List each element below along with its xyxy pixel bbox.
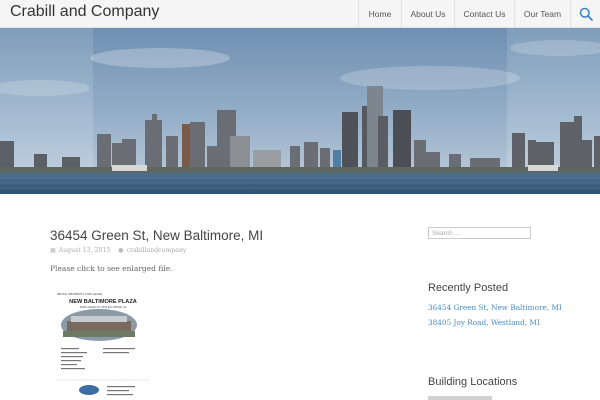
search-button[interactable] xyxy=(570,0,600,28)
nav-item-about-us[interactable]: About Us xyxy=(401,0,454,28)
recent-post-link[interactable]: 38405 Joy Road, Westland, MI xyxy=(428,318,562,327)
flyer-header: RETAIL PROPERTY FOR LEASE xyxy=(57,292,102,296)
post-title[interactable]: 36454 Green St, New Baltimore, MI xyxy=(50,228,263,243)
hero-banner xyxy=(0,28,600,194)
post-meta: ▦ August 13, 2015 ● crabillandcompany xyxy=(50,247,186,254)
flyer-title: NEW BALTIMORE PLAZA xyxy=(69,299,137,305)
site-header: Crabill and Company Home About Us Contac… xyxy=(0,0,600,28)
user-icon: ● xyxy=(118,247,124,254)
sidebar-search-input[interactable] xyxy=(428,227,531,239)
nav-item-contact-us[interactable]: Contact Us xyxy=(454,0,514,28)
building-locations-heading: Building Locations xyxy=(428,376,518,388)
nav-item-home[interactable]: Home xyxy=(358,0,401,28)
post-body-text: Please click to see enlarged file. xyxy=(50,264,173,273)
skyline-image xyxy=(0,28,600,194)
flyer-image: RETAIL PROPERTY FOR LEASE NEW BALTIMORE … xyxy=(55,288,151,400)
flyer-thumbnail[interactable]: RETAIL PROPERTY FOR LEASE NEW BALTIMORE … xyxy=(55,288,151,400)
calendar-icon: ▦ xyxy=(50,247,56,254)
nav-item-our-team[interactable]: Our Team xyxy=(514,0,570,28)
recent-posts-list: 36454 Green St, New Baltimore, MI 38405 … xyxy=(428,303,562,333)
locations-divider xyxy=(428,396,492,400)
recently-posted-heading: Recently Posted xyxy=(428,282,509,294)
flyer-address: 36454 GREEN ST. NEW BALTIMORE, MI xyxy=(80,306,127,309)
post-date[interactable]: August 13, 2015 xyxy=(59,247,111,254)
recent-post-link[interactable]: 36454 Green St, New Baltimore, MI xyxy=(428,303,562,312)
site-title[interactable]: Crabill and Company xyxy=(10,3,159,21)
post-author[interactable]: crabillandcompany xyxy=(127,247,187,254)
search-icon xyxy=(579,7,593,21)
main-nav: Home About Us Contact Us Our Team xyxy=(358,0,600,28)
